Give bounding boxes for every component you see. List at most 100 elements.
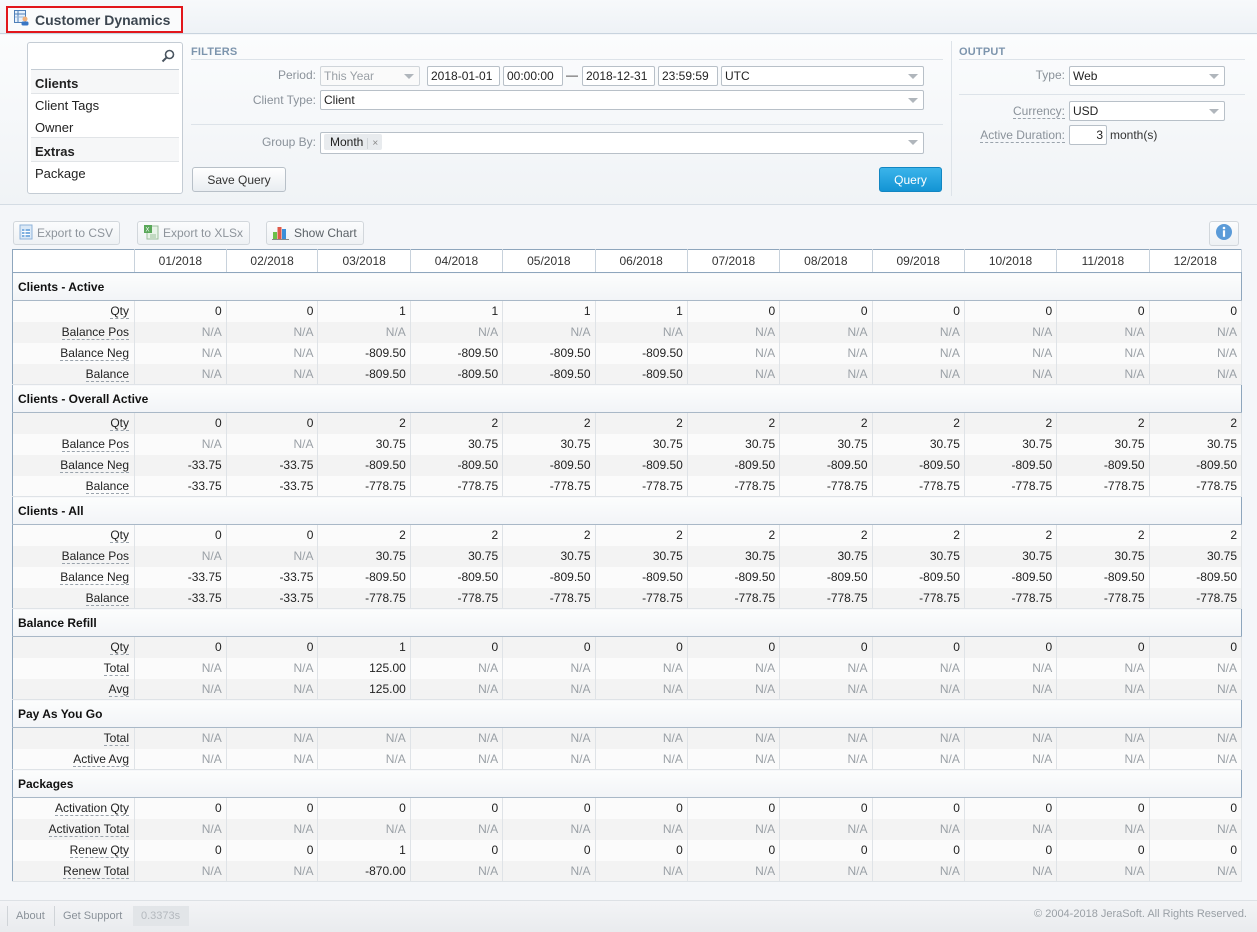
row-label-text[interactable]: Balance [85, 478, 129, 494]
row-label-text[interactable]: Qty [110, 416, 129, 432]
output-section-title: OUTPUT [959, 46, 1006, 58]
table-cell: 0 [410, 636, 504, 658]
export-csv-button[interactable]: Export to CSV [13, 221, 121, 245]
group-title: Packages [12, 769, 1242, 798]
table-cell: 0 [1149, 636, 1243, 658]
sidebar-item-client-tags[interactable]: Client Tags [31, 94, 179, 116]
show-chart-label: Show Chart [294, 226, 357, 240]
query-button[interactable]: Query [879, 167, 942, 192]
row-label-text[interactable]: Balance Pos [61, 325, 129, 340]
active-duration-label-text: Active Duration: [980, 128, 1065, 143]
row-label-text[interactable]: Balance [85, 590, 129, 606]
row-label: Total [12, 727, 135, 749]
table-cell: N/A [410, 727, 504, 749]
row-label-text[interactable]: Balance [85, 366, 129, 382]
table-cell: N/A [1056, 657, 1150, 679]
row-label-text[interactable]: Activation Total [48, 822, 129, 837]
search-icon[interactable] [161, 49, 175, 66]
row-label-text[interactable]: Renew Qty [69, 843, 129, 858]
row-label-text[interactable]: Balance Pos [61, 549, 129, 564]
table-cell: 2 [595, 524, 688, 546]
column-header: 04/2018 [410, 249, 504, 273]
table-cell: N/A [502, 657, 596, 679]
group-header-row: Clients - All [12, 496, 1242, 525]
row-label-text[interactable]: Qty [110, 640, 129, 656]
row-label-header [12, 249, 135, 273]
info-icon [1215, 223, 1233, 244]
dimension-search-input[interactable] [31, 43, 179, 70]
table-cell: -809.50 [779, 454, 873, 476]
row-label-text[interactable]: Activation Qty [54, 801, 129, 817]
time-to-input[interactable]: 23:59:59 [658, 66, 718, 86]
page-title: Customer Dynamics [6, 6, 183, 33]
row-label-text[interactable]: Total [103, 731, 129, 747]
table-cell: 0 [1149, 300, 1243, 322]
table-cell: N/A [687, 727, 781, 749]
table-cell: N/A [595, 657, 688, 679]
active-duration-input[interactable]: 3 [1069, 125, 1107, 145]
chevron-down-icon [1209, 109, 1219, 114]
row-label-text[interactable]: Balance Neg [60, 346, 129, 361]
table-row: Balance N/A N/A -809.50 -809.50 -809.50 -809.5… [12, 363, 1243, 385]
table-cell: N/A [872, 860, 965, 882]
table-cell: 0 [779, 300, 873, 322]
column-header: 08/2018 [779, 249, 873, 273]
row-label-text[interactable]: Active Avg [73, 751, 129, 767]
row-label-text[interactable]: Balance Neg [60, 458, 129, 473]
table-cell: 30.75 [687, 545, 781, 567]
table-cell: 0 [779, 839, 873, 861]
date-from-input[interactable]: 2018-01-01 [427, 66, 500, 86]
table-cell: 0 [1056, 797, 1150, 819]
show-chart-button[interactable]: Show Chart [266, 221, 364, 245]
client-type-select[interactable]: Client [320, 90, 924, 110]
get-support-link[interactable]: Get Support [63, 910, 122, 922]
row-label: Active Avg [12, 748, 135, 770]
info-button[interactable] [1209, 221, 1239, 246]
time-from-input[interactable]: 00:00:00 [503, 66, 563, 86]
table-cell: N/A [872, 818, 965, 840]
row-label-text[interactable]: Qty [110, 304, 129, 320]
table-cell: N/A [687, 678, 781, 700]
table-cell: N/A [872, 748, 965, 770]
table-cell: N/A [964, 678, 1058, 700]
about-link[interactable]: About [16, 910, 45, 922]
row-label-text[interactable]: Balance Pos [61, 437, 129, 452]
sidebar-item-package[interactable]: Package [31, 162, 179, 184]
table-cell: -809.50 [502, 454, 596, 476]
table-cell: 2 [595, 412, 688, 434]
table-cell: N/A [1149, 657, 1243, 679]
divider [54, 906, 55, 926]
row-label: Qty [12, 636, 135, 658]
table-cell: N/A [410, 860, 504, 882]
range-dash: — [566, 68, 578, 82]
table-cell: 0 [872, 300, 965, 322]
table-cell: 0 [872, 797, 965, 819]
table-cell: 125.00 [317, 657, 411, 679]
row-label: Total [12, 657, 135, 679]
export-xlsx-button[interactable]: X Export to XLSx [137, 221, 251, 245]
table-cell: -809.50 [595, 454, 688, 476]
group-by-select[interactable]: Month × [320, 132, 924, 154]
remove-tag-icon[interactable]: × [367, 138, 379, 149]
table-cell: -33.75 [134, 454, 227, 476]
row-label-text[interactable]: Total [103, 661, 129, 676]
timezone-select[interactable]: UTC [721, 66, 924, 86]
client-type-value: Client [324, 93, 355, 107]
table-cell: -778.75 [317, 587, 411, 609]
table-cell: 0 [134, 412, 227, 434]
table-cell: -809.50 [410, 566, 504, 588]
row-label-text[interactable]: Qty [110, 528, 129, 544]
table-cell: -778.75 [687, 475, 781, 497]
row-label-text[interactable]: Renew Total [63, 863, 129, 879]
currency-select[interactable]: USD [1069, 101, 1225, 121]
sidebar-item-owner[interactable]: Owner [31, 116, 179, 138]
row-label-text[interactable]: Avg [108, 681, 129, 697]
table-cell: -778.75 [779, 475, 873, 497]
period-select[interactable]: This Year [320, 66, 420, 86]
table-row: Balance Neg -33.75 -33.75 -809.50 -809.50 -80… [12, 454, 1243, 476]
row-label-text[interactable]: Balance Neg [60, 570, 129, 585]
date-to-input[interactable]: 2018-12-31 [582, 66, 655, 86]
output-type-select[interactable]: Web [1069, 66, 1225, 86]
table-cell: N/A [226, 545, 319, 567]
save-query-button[interactable]: Save Query [192, 167, 286, 192]
